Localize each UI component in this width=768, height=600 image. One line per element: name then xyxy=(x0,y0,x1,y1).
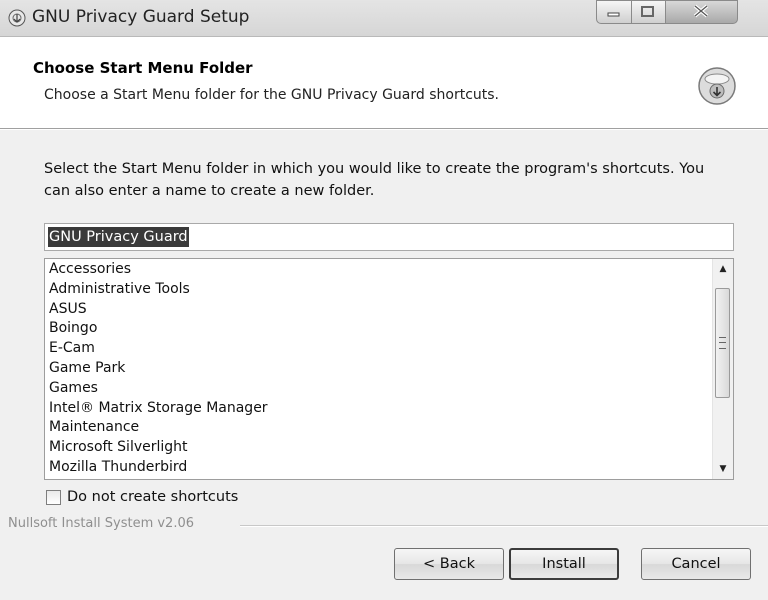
list-item[interactable]: Microsoft Silverlight xyxy=(49,438,268,458)
minimize-button[interactable] xyxy=(596,0,632,24)
no-shortcuts-label: Do not create shortcuts xyxy=(67,489,239,505)
header-panel: Choose Start Menu Folder Choose a Start … xyxy=(0,37,768,129)
list-item[interactable]: Maintenance xyxy=(49,418,268,438)
list-scrollbar[interactable]: ▲ ▼ xyxy=(712,259,733,479)
no-shortcuts-option[interactable]: Do not create shortcuts xyxy=(46,487,238,507)
install-disk-icon xyxy=(698,67,736,105)
list-item[interactable]: Administrative Tools xyxy=(49,280,268,300)
folder-name-input[interactable]: GNU Privacy Guard xyxy=(44,223,734,251)
grip-icon xyxy=(719,337,726,349)
list-item[interactable]: Accessories xyxy=(49,260,268,280)
folder-list-items: Accessories Administrative Tools ASUS Bo… xyxy=(49,260,268,478)
branding-divider xyxy=(240,525,768,527)
list-item[interactable]: Games xyxy=(49,379,268,399)
window-title: GNU Privacy Guard Setup xyxy=(32,7,250,27)
branding-text: Nullsoft Install System v2.06 xyxy=(8,516,195,531)
install-button[interactable]: Install xyxy=(509,548,619,580)
list-item[interactable]: E-Cam xyxy=(49,339,268,359)
instructions-text: Select the Start Menu folder in which yo… xyxy=(44,161,705,199)
close-icon xyxy=(693,4,709,18)
cancel-button[interactable]: Cancel xyxy=(641,548,751,580)
maximize-icon xyxy=(641,6,654,17)
scroll-thumb[interactable] xyxy=(715,288,730,398)
list-item[interactable]: Mozilla Thunderbird xyxy=(49,458,268,478)
maximize-button[interactable] xyxy=(632,0,666,24)
list-item[interactable]: ASUS xyxy=(49,300,268,320)
folder-name-value: GNU Privacy Guard xyxy=(48,227,189,247)
close-button[interactable] xyxy=(666,0,738,24)
list-item[interactable]: Game Park xyxy=(49,359,268,379)
setup-window: GNU Privacy Guard Setup Choose Start Men… xyxy=(0,0,768,600)
scroll-down-arrow-icon[interactable]: ▼ xyxy=(713,459,733,479)
scroll-up-arrow-icon[interactable]: ▲ xyxy=(713,259,733,279)
caption-buttons xyxy=(596,0,738,26)
page-subtitle: Choose a Start Menu folder for the GNU P… xyxy=(44,87,500,103)
title-bar[interactable]: GNU Privacy Guard Setup xyxy=(0,0,768,37)
installer-icon xyxy=(8,9,26,27)
list-item[interactable]: Boingo xyxy=(49,319,268,339)
list-item[interactable]: Intel® Matrix Storage Manager xyxy=(49,399,268,419)
minimize-icon xyxy=(607,12,620,17)
page-title: Choose Start Menu Folder xyxy=(33,59,253,77)
folder-list[interactable]: Accessories Administrative Tools ASUS Bo… xyxy=(44,258,734,480)
back-button[interactable]: < Back xyxy=(394,548,504,580)
no-shortcuts-checkbox[interactable] xyxy=(46,489,61,505)
